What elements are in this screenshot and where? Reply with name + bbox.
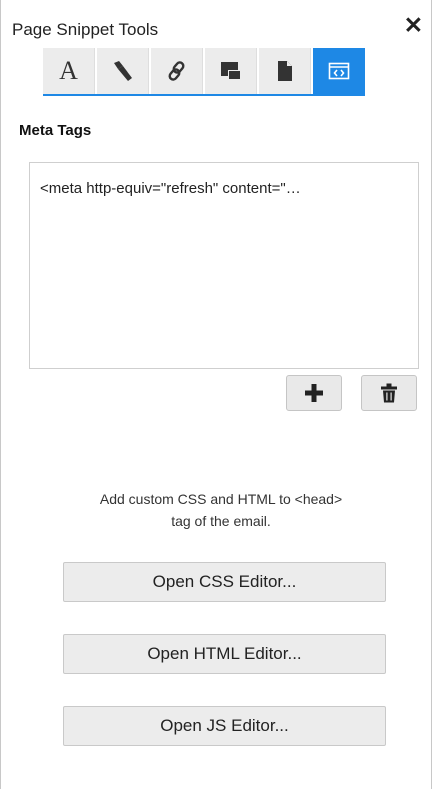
help-text-line-2: tag of the email.: [171, 513, 271, 529]
image-icon: [220, 62, 241, 80]
panel-header: Page Snippet Tools ✕: [1, 0, 431, 44]
panel-title: Page Snippet Tools: [12, 20, 159, 39]
link-icon: [168, 61, 184, 81]
tab-document[interactable]: [259, 48, 311, 94]
document-icon: [277, 61, 292, 81]
close-icon[interactable]: ✕: [404, 14, 423, 37]
page-snippet-tools-panel: Page Snippet Tools ✕ A Meta Tags <meta h…: [0, 0, 432, 789]
add-meta-tag-button[interactable]: [286, 375, 342, 411]
tab-text-format[interactable]: A: [43, 48, 95, 94]
delete-meta-tag-button[interactable]: [361, 375, 417, 411]
tab-link[interactable]: [151, 48, 203, 94]
snippet-toolbar: A: [43, 48, 365, 96]
tab-image[interactable]: [205, 48, 257, 94]
open-js-editor-button[interactable]: Open JS Editor...: [63, 706, 386, 746]
open-html-editor-button[interactable]: Open HTML Editor...: [63, 634, 386, 674]
trash-icon: [381, 383, 397, 403]
help-text-line-1: Add custom CSS and HTML to <head>: [99, 491, 343, 507]
tab-code[interactable]: [313, 48, 365, 94]
meta-tags-list[interactable]: <meta http-equiv="refresh" content="…: [29, 162, 419, 369]
plus-icon: [305, 384, 323, 402]
paint-brush-icon: [113, 61, 132, 81]
code-icon: [328, 62, 350, 80]
open-css-editor-button[interactable]: Open CSS Editor...: [63, 562, 386, 602]
list-item[interactable]: <meta http-equiv="refresh" content="…: [40, 180, 410, 197]
letter-a-icon: A: [59, 56, 78, 85]
meta-tags-heading: Meta Tags: [19, 122, 92, 139]
tab-brush[interactable]: [97, 48, 149, 94]
help-text: Add custom CSS and HTML to <head> tag of…: [21, 488, 421, 532]
